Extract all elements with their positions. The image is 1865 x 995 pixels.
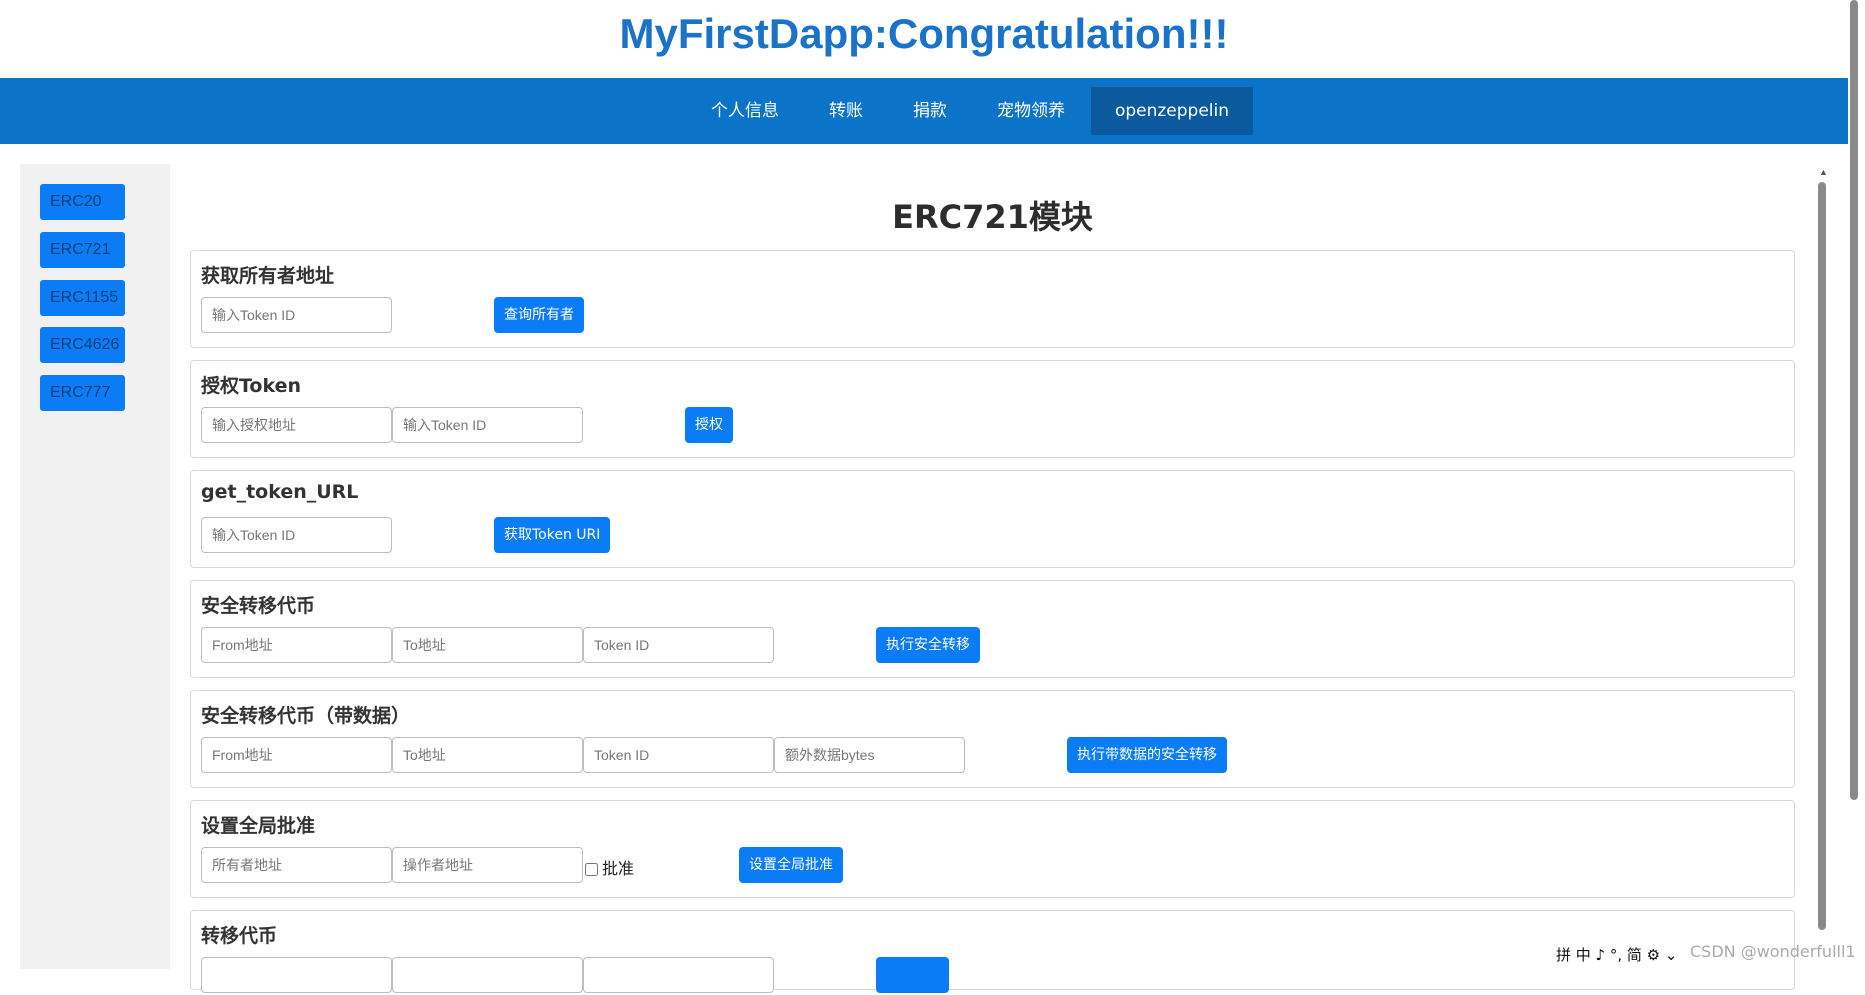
nav-item-transfer[interactable]: 转账 (805, 87, 887, 135)
sidebar-item-erc4626[interactable]: ERC4626 (40, 327, 125, 363)
token-url-token-id-input[interactable] (201, 517, 392, 553)
safe-transfer-title: 安全转移代币 (201, 595, 316, 617)
safe-transfer-row: 执行安全转移 (201, 627, 1781, 665)
approval-all-owner-input[interactable] (201, 847, 392, 883)
owner-of-card: 获取所有者地址 查询所有者 (190, 250, 1795, 348)
safe-transfer-data-button[interactable]: 执行带数据的安全转移 (1067, 737, 1227, 773)
nav-item-openzeppelin[interactable]: openzeppelin (1090, 87, 1254, 135)
approval-all-card: 设置全局批准 批准 设置全局批准 (190, 800, 1795, 898)
approval-all-checkbox-label: 批准 (585, 855, 634, 879)
transfer-title: 转移代币 (201, 925, 278, 947)
set-approval-all-button[interactable]: 设置全局批准 (739, 847, 843, 883)
approve-token-id-input[interactable] (392, 407, 583, 443)
safe-transfer-data-row: 执行带数据的安全转移 (201, 737, 1781, 775)
sidebar-item-erc1155[interactable]: ERC1155 (40, 280, 125, 316)
safe-transfer-from-input[interactable] (201, 627, 392, 663)
query-owner-button[interactable]: 查询所有者 (494, 297, 584, 333)
safe-transfer-data-card: 安全转移代币（带数据） 执行带数据的安全转移 (190, 690, 1795, 788)
sidebar-item-erc721[interactable]: ERC721 (40, 232, 125, 268)
token-url-card: get_token_URL 获取Token URI (190, 470, 1795, 568)
sidebar: ERC20 ERC721 ERC1155 ERC4626 ERC777 (20, 164, 170, 969)
transfer-to-input[interactable] (392, 957, 583, 993)
token-url-row: 获取Token URI (201, 517, 1781, 555)
approval-all-operator-input[interactable] (392, 847, 583, 883)
approval-all-title: 设置全局批准 (201, 815, 316, 837)
nav-item-pet-adoption[interactable]: 宠物领养 (973, 87, 1089, 135)
safe-transfer-data-bytes-input[interactable] (774, 737, 965, 773)
token-url-title: get_token_URL (201, 481, 359, 503)
owner-of-title: 获取所有者地址 (201, 265, 335, 287)
approval-all-row: 批准 设置全局批准 (201, 847, 1781, 885)
transfer-button[interactable] (876, 957, 949, 993)
approve-card: 授权Token 授权 (190, 360, 1795, 458)
nav-items: 个人信息 转账 捐款 宠物领养 openzeppelin (0, 78, 1848, 144)
safe-transfer-to-input[interactable] (392, 627, 583, 663)
inner-scrollbar-thumb[interactable] (1818, 182, 1826, 930)
scroll-up-arrow-icon[interactable]: ▲ (1819, 167, 1828, 177)
nav-item-profile[interactable]: 个人信息 (687, 87, 803, 135)
approve-title: 授权Token (201, 375, 302, 397)
safe-transfer-data-to-input[interactable] (392, 737, 583, 773)
approval-all-checkbox-text: 批准 (602, 859, 635, 878)
approve-row: 授权 (201, 407, 1781, 445)
site-title: MyFirstDapp:Congratulation!!! (619, 10, 1229, 57)
approval-all-checkbox[interactable] (585, 863, 598, 876)
top-navbar: 个人信息 转账 捐款 宠物领养 openzeppelin (0, 78, 1848, 144)
safe-transfer-data-token-id-input[interactable] (583, 737, 774, 773)
approve-button[interactable]: 授权 (685, 407, 733, 443)
nav-item-donate[interactable]: 捐款 (889, 87, 971, 135)
safe-transfer-data-title: 安全转移代币（带数据） (201, 705, 411, 727)
approve-address-input[interactable] (201, 407, 392, 443)
transfer-from-input[interactable] (201, 957, 392, 993)
safe-transfer-data-from-input[interactable] (201, 737, 392, 773)
transfer-card: 转移代币 (190, 910, 1795, 993)
safe-transfer-button[interactable]: 执行安全转移 (876, 627, 980, 663)
owner-token-id-input[interactable] (201, 297, 392, 333)
page-title: ERC721模块 (892, 198, 1093, 236)
safe-transfer-token-id-input[interactable] (583, 627, 774, 663)
ime-toolbar[interactable]: 拼 中 ♪ °, 简 ⚙ ⌄ (1556, 944, 1696, 966)
transfer-token-id-input[interactable] (583, 957, 774, 993)
watermark: CSDN @wonderfulll1 (1690, 942, 1856, 961)
get-token-uri-button[interactable]: 获取Token URI (494, 517, 611, 553)
sidebar-item-erc777[interactable]: ERC777 (40, 375, 125, 411)
owner-of-row: 查询所有者 (201, 297, 1781, 335)
transfer-row (201, 957, 1781, 995)
page-scrollbar-thumb[interactable] (1850, 0, 1858, 800)
safe-transfer-card: 安全转移代币 执行安全转移 (190, 580, 1795, 678)
sidebar-item-erc20[interactable]: ERC20 (40, 184, 125, 220)
